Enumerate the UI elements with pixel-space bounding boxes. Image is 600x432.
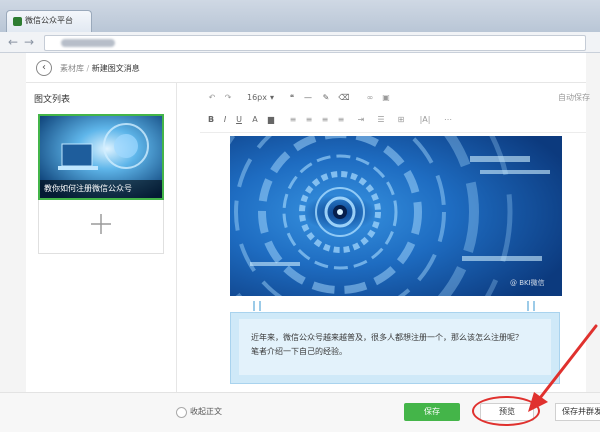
underline-icon[interactable]: U bbox=[234, 114, 244, 126]
justify-icon[interactable]: ≡ bbox=[336, 114, 346, 126]
decoration-line bbox=[533, 301, 535, 311]
format-brush-icon[interactable]: ✎ bbox=[320, 92, 332, 104]
panel-divider bbox=[176, 82, 177, 392]
align-right-icon[interactable]: ≡ bbox=[320, 114, 330, 126]
more-icon[interactable]: ⋯ bbox=[442, 114, 454, 126]
article-cover-image[interactable] bbox=[230, 136, 562, 296]
undo-icon[interactable]: ↶ bbox=[206, 92, 218, 104]
background-color-icon[interactable]: ▆ bbox=[266, 114, 276, 126]
collapse-body-radio[interactable] bbox=[176, 407, 187, 418]
plus-icon bbox=[91, 214, 111, 234]
wechat-favicon-icon bbox=[13, 17, 22, 26]
browser-tab[interactable]: 微信公众平台 bbox=[6, 10, 92, 32]
intro-paragraph[interactable]: 近年来，微信公众号越来越普及，很多人都想注册一个，那么该怎么注册呢？ 笔者介绍一… bbox=[239, 319, 551, 375]
line-height-icon[interactable]: |A| bbox=[416, 114, 434, 126]
url-input[interactable] bbox=[44, 35, 586, 51]
article-list-item[interactable]: 教你如何注册微信公众号 bbox=[38, 114, 164, 200]
bottom-action-bar: 收起正文 保存 预览 保存并群发 bbox=[0, 392, 600, 432]
save-button[interactable]: 保存 bbox=[404, 403, 460, 421]
collapse-body-label[interactable]: 收起正文 bbox=[190, 406, 222, 417]
article-card-caption: 教你如何注册微信公众号 bbox=[40, 180, 162, 198]
blurred-url bbox=[61, 39, 115, 47]
toolbar-divider bbox=[200, 132, 586, 133]
browser-forward-button[interactable]: → bbox=[22, 34, 36, 50]
intro-paragraph-box[interactable]: 近年来，微信公众号越来越普及，很多人都想注册一个，那么该怎么注册呢？ 笔者介绍一… bbox=[230, 301, 560, 384]
horizontal-rule-icon[interactable]: — bbox=[302, 92, 314, 104]
browser-address-bar: ← → bbox=[0, 32, 600, 53]
quote-icon[interactable]: ❝ bbox=[286, 92, 298, 104]
font-color-icon[interactable]: A bbox=[250, 114, 260, 126]
align-left-icon[interactable]: ≡ bbox=[288, 114, 298, 126]
browser-back-button[interactable]: ← bbox=[6, 34, 20, 50]
list-icon[interactable]: ☰ bbox=[376, 114, 386, 126]
decoration-line bbox=[253, 301, 255, 311]
image-icon[interactable]: ▣ bbox=[380, 92, 392, 104]
align-center-icon[interactable]: ≡ bbox=[304, 114, 314, 126]
decoration-line bbox=[259, 301, 261, 311]
save-and-send-button[interactable]: 保存并群发 bbox=[555, 403, 600, 421]
add-article-button[interactable] bbox=[38, 200, 164, 254]
italic-icon[interactable]: I bbox=[220, 114, 230, 126]
paragraph-line: 笔者介绍一下自己的经验。 bbox=[251, 347, 347, 356]
breadcrumb-separator: / bbox=[84, 64, 92, 73]
image-watermark: @ BKI微信 bbox=[510, 279, 545, 287]
article-list-title: 图文列表 bbox=[34, 95, 71, 105]
clear-format-icon[interactable]: ⌫ bbox=[338, 92, 350, 104]
editor-toolbar: ↶ ↷ 16px ▾ ❝ — ✎ ⌫ ∞ ▣ 自动保存 B I U A ▆ ≡ … bbox=[200, 88, 590, 132]
browser-titlebar: 微信公众平台 bbox=[0, 0, 600, 33]
breadcrumb: 素材库 / 新建图文消息 bbox=[60, 63, 140, 74]
indent-icon[interactable]: ⇥ bbox=[356, 114, 366, 126]
font-size-select[interactable]: 16px bbox=[246, 92, 268, 104]
bold-icon[interactable]: B bbox=[206, 114, 216, 126]
back-arrow-icon[interactable]: ‹ bbox=[36, 60, 52, 76]
annotation-ring bbox=[472, 396, 540, 426]
chevron-down-icon[interactable]: ▾ bbox=[268, 92, 276, 104]
link-icon[interactable]: ∞ bbox=[364, 92, 376, 104]
redo-icon[interactable]: ↷ bbox=[222, 92, 234, 104]
page-header: ‹ 素材库 / 新建图文消息 bbox=[26, 56, 586, 83]
decoration-line bbox=[527, 301, 529, 311]
paragraph-line: 近年来，微信公众号越来越普及，很多人都想注册一个，那么该怎么注册呢？ bbox=[251, 333, 523, 342]
breadcrumb-current: 新建图文消息 bbox=[91, 64, 140, 73]
tab-title: 微信公众平台 bbox=[25, 16, 73, 25]
autosave-label: 自动保存 bbox=[558, 93, 590, 102]
table-icon[interactable]: ⊞ bbox=[396, 114, 406, 126]
breadcrumb-root[interactable]: 素材库 bbox=[60, 64, 84, 73]
